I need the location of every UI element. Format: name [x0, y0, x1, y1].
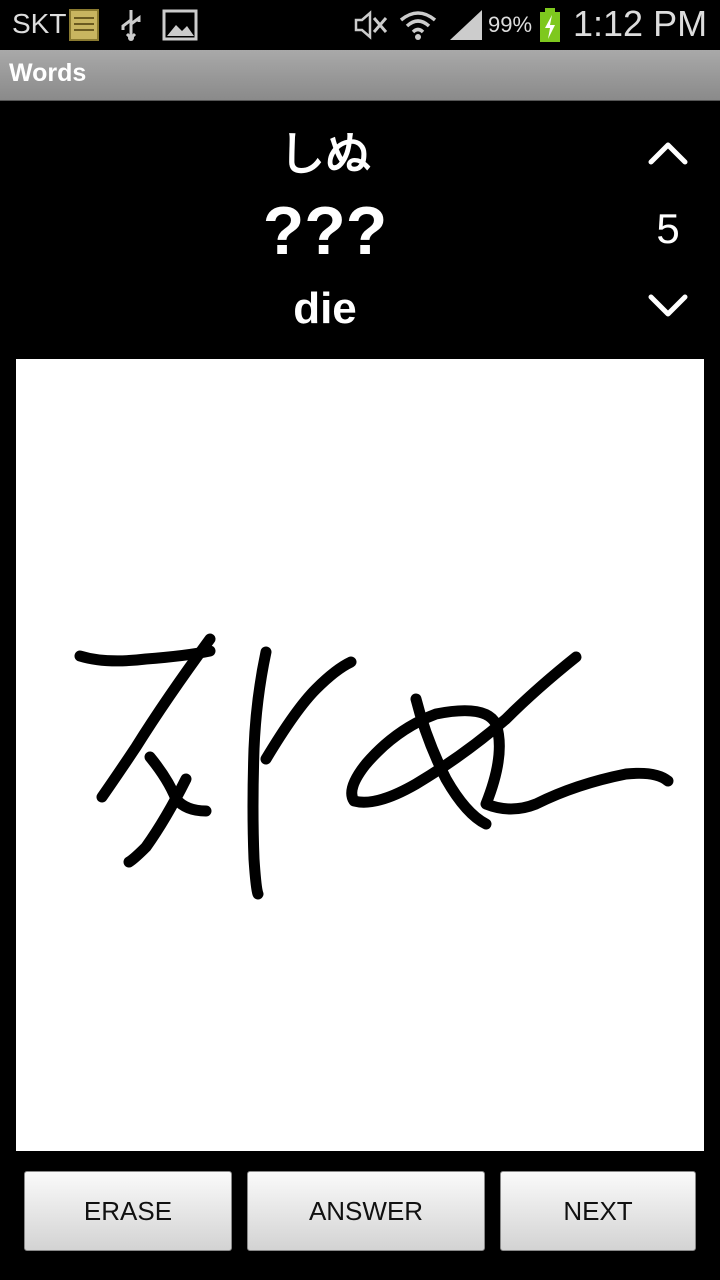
clock: 1:12 PM [573, 3, 708, 44]
image-icon [162, 9, 198, 41]
handwriting-strokes [74, 633, 674, 900]
app-title: Words [9, 59, 87, 87]
previous-word-chevron-up-icon[interactable] [646, 132, 690, 176]
status-bar: SKT 99% 1:12 PM [0, 0, 720, 50]
handwriting-canvas[interactable] [16, 359, 704, 1151]
kana-reading: しぬ [279, 127, 371, 181]
wifi-icon [399, 11, 437, 40]
usb-icon [121, 10, 141, 41]
signal-icon [450, 10, 482, 40]
english-meaning: die [293, 284, 357, 333]
app-title-bar: Words [0, 50, 720, 101]
notes-icon [69, 9, 99, 41]
word-count: 5 [656, 205, 680, 252]
battery-percent: 99% [488, 12, 533, 37]
answer-button[interactable]: ANSWER [247, 1171, 485, 1251]
kanji-placeholder: ??? [262, 193, 388, 269]
carrier-label: SKT [12, 8, 67, 39]
battery-charging-icon [540, 8, 560, 42]
mute-icon [354, 10, 388, 40]
next-word-chevron-down-icon[interactable] [646, 285, 690, 329]
erase-button[interactable]: ERASE [24, 1171, 232, 1251]
next-button[interactable]: NEXT [500, 1171, 696, 1251]
